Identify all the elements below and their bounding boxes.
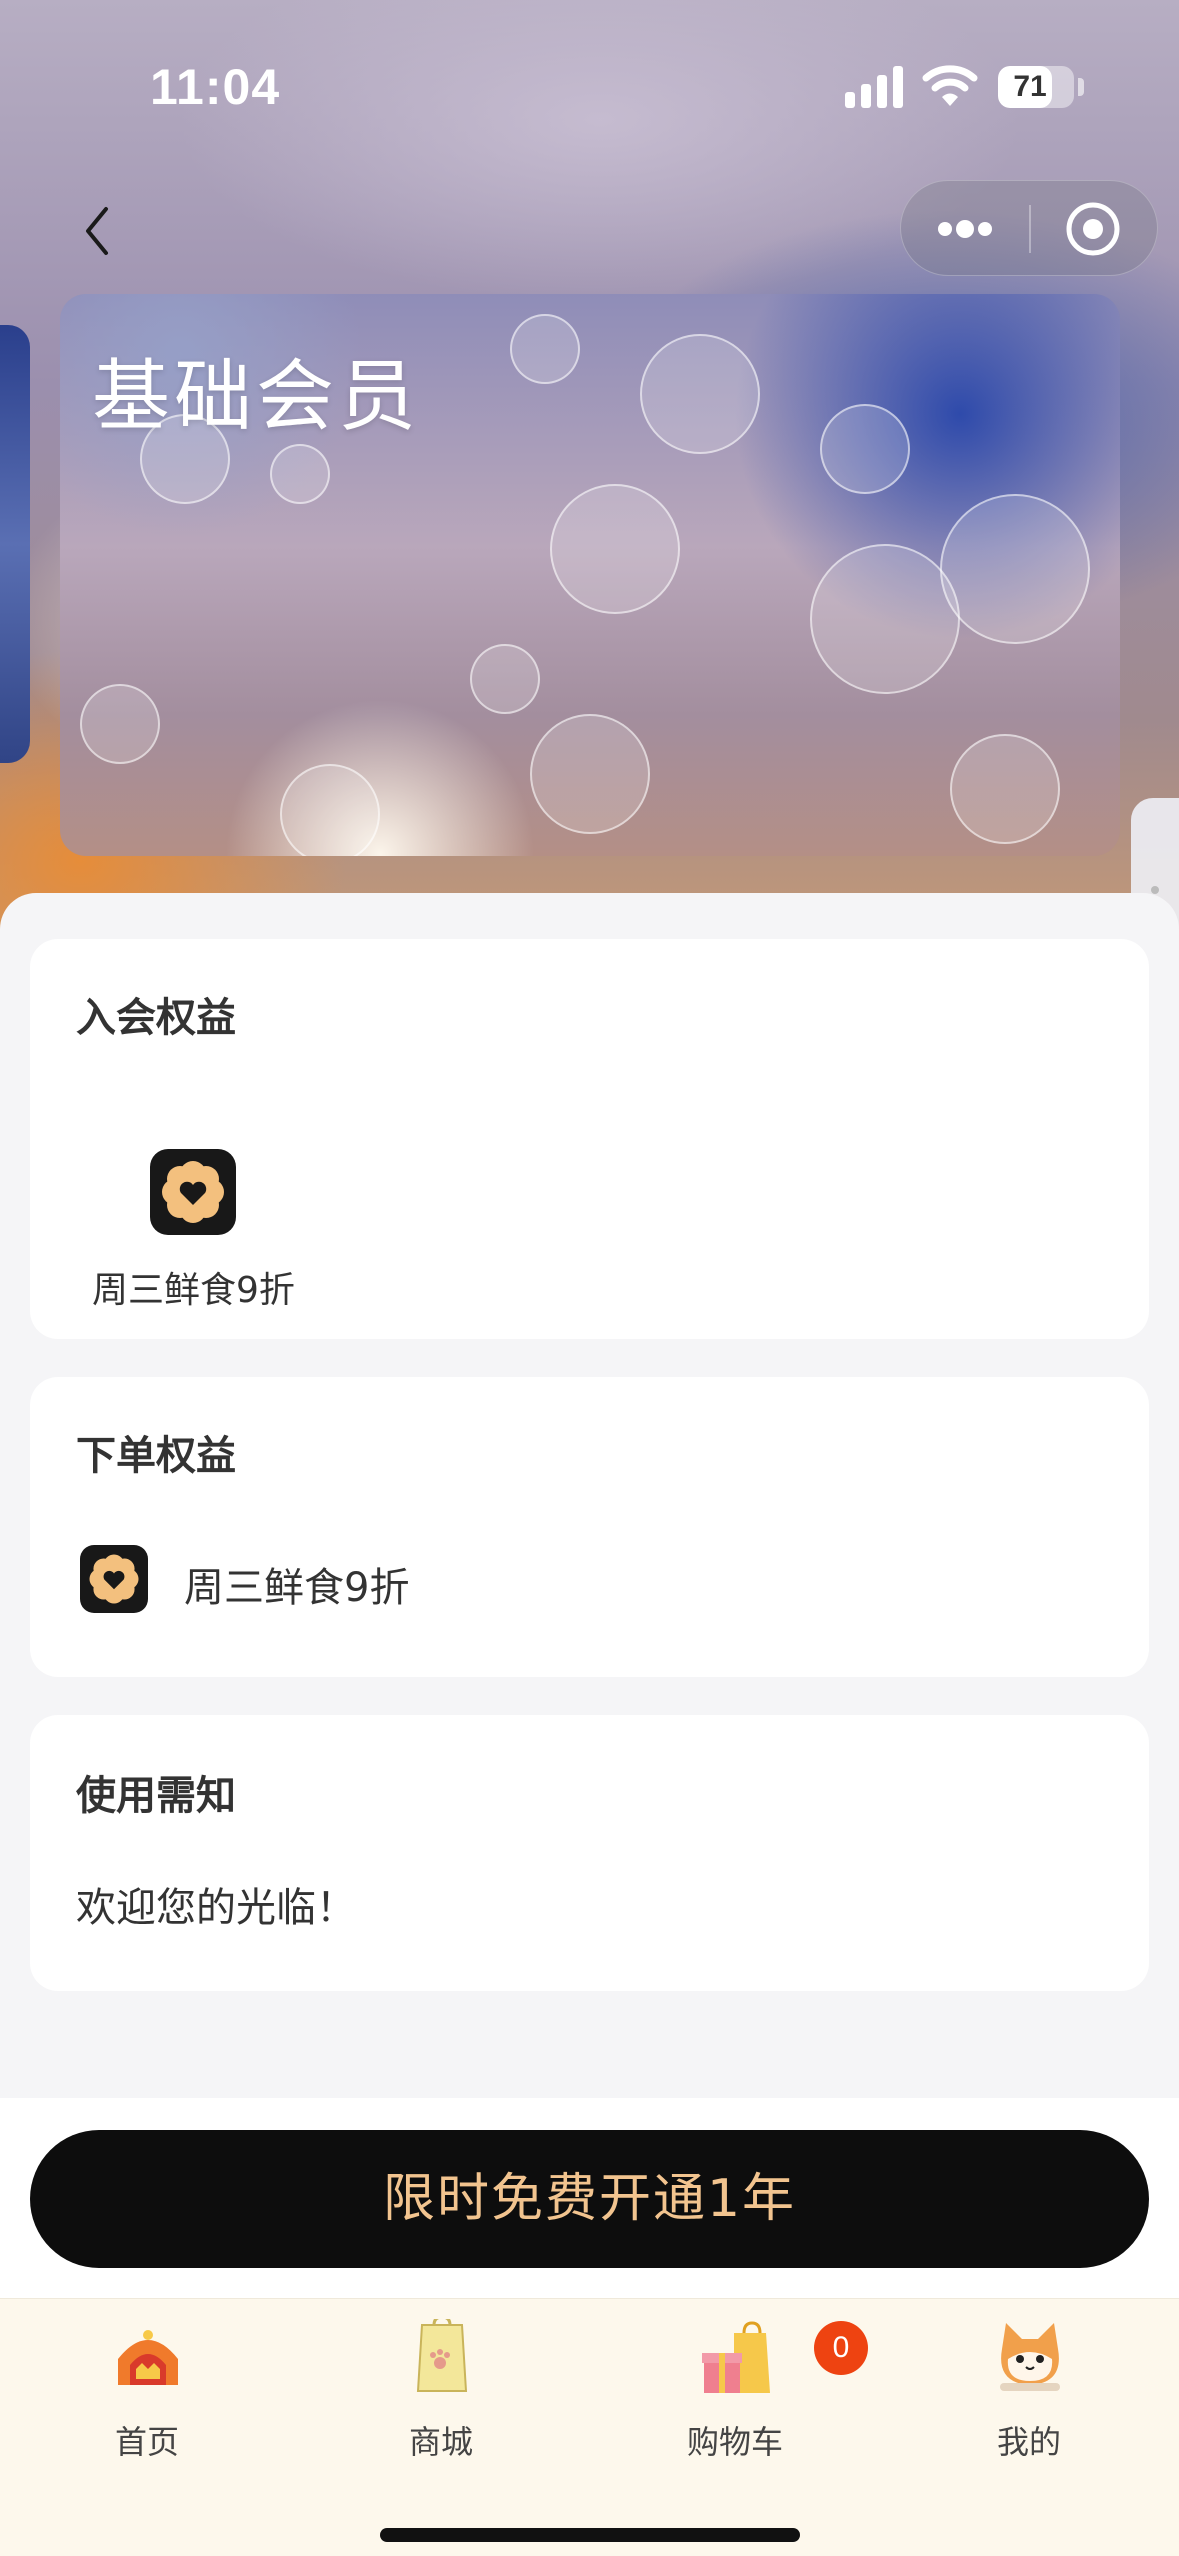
tab-home[interactable]: 首页 (0, 2299, 294, 2479)
status-bar: 11:04 71 (0, 0, 1179, 170)
tab-home-label: 首页 (114, 2423, 179, 2461)
flower-heart-icon[interactable] (150, 1149, 236, 1235)
membership-card[interactable]: 基础会员 (60, 294, 1120, 856)
card-bokeh (940, 494, 1090, 644)
gift-cart-icon (702, 2321, 770, 2393)
order-benefit-label: 周三鲜食9折 (184, 1565, 410, 1611)
card-bokeh (820, 404, 910, 494)
home-indicator (380, 2528, 800, 2542)
card-bokeh (550, 484, 680, 614)
card-bokeh (950, 734, 1060, 844)
more-dots-icon (938, 220, 992, 238)
order-benefits-title: 下单权益 (76, 1433, 236, 1479)
order-benefits-panel: 下单权益 周三鲜食9折 (30, 1377, 1149, 1677)
wifi-icon (922, 65, 978, 106)
card-bokeh (530, 714, 650, 834)
handle-dot (1151, 886, 1159, 894)
flower-heart-icon (80, 1545, 148, 1613)
card-bokeh (80, 684, 160, 764)
mini-program-capsule (900, 180, 1158, 276)
card-bokeh (810, 544, 960, 694)
tab-mall-label: 商城 (408, 2423, 473, 2461)
card-title: 基础会员 (92, 352, 421, 442)
battery-level: 71 (1013, 70, 1047, 103)
card-bokeh (510, 314, 580, 384)
notice-text: 欢迎您的光临！ (76, 1885, 356, 1931)
tab-mall[interactable]: 商城 (294, 2299, 588, 2479)
pet-house-icon (118, 2330, 178, 2385)
cat-avatar-icon (1000, 2323, 1060, 2391)
cart-count-badge: 0 (814, 2321, 868, 2375)
notice-panel: 使用需知 欢迎您的光临！ (30, 1715, 1149, 1991)
more-button[interactable] (901, 181, 1029, 277)
tab-profile-label: 我的 (996, 2423, 1061, 2461)
chevron-left-icon (86, 207, 108, 255)
card-bokeh (640, 334, 760, 454)
battery-indicator: 71 (998, 66, 1074, 108)
tab-cart-label: 购物车 (686, 2423, 783, 2461)
card-bokeh (280, 764, 380, 856)
join-benefits-title: 入会权益 (76, 995, 236, 1041)
tab-profile[interactable]: 我的 (882, 2299, 1176, 2479)
join-benefits-panel: 入会权益 周三鲜食9折 (30, 939, 1149, 1339)
join-benefit-label: 周三鲜食9折 (92, 1270, 295, 1311)
tab-bar: 首页 商城 购物车 0 我的 (0, 2298, 1179, 2556)
card-bokeh (270, 444, 330, 504)
previous-card-peek[interactable] (0, 325, 30, 763)
target-circle-icon (1066, 202, 1120, 256)
close-button[interactable] (1031, 181, 1159, 277)
battery-tip (1078, 78, 1084, 96)
notice-title: 使用需知 (76, 1773, 236, 1819)
signal-icon (845, 66, 903, 108)
status-time: 11:04 (150, 59, 281, 115)
activate-membership-button[interactable]: 限时免费开通1年 (30, 2130, 1149, 2268)
shopping-bag-icon (416, 2319, 468, 2392)
cta-area: 限时免费开通1年 (0, 2098, 1179, 2298)
back-button[interactable] (70, 195, 130, 265)
card-bokeh (470, 644, 540, 714)
